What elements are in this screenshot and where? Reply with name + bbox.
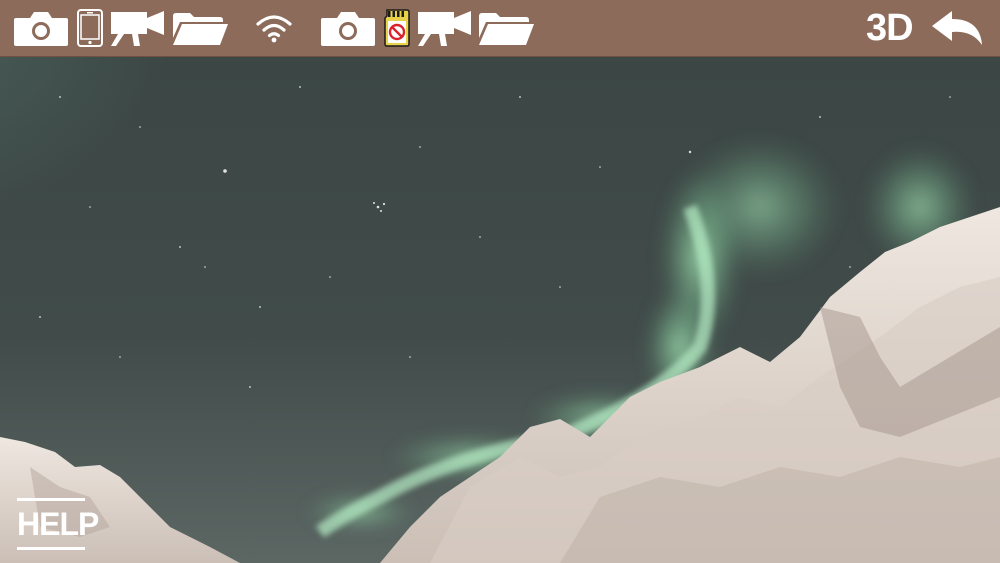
back-arrow-icon[interactable] [930, 8, 988, 48]
help-label: HELP [17, 506, 99, 542]
video-camera-icon[interactable] [110, 8, 166, 48]
top-toolbar: 3D [0, 0, 1000, 57]
sd-card-no-icon[interactable] [383, 8, 411, 48]
wifi-icon[interactable] [255, 8, 293, 48]
3d-mode-button[interactable]: 3D [866, 6, 914, 50]
video-camera-icon[interactable] [417, 8, 473, 48]
phone-icon[interactable] [75, 8, 105, 48]
folder-icon[interactable] [476, 8, 536, 48]
folder-icon[interactable] [170, 8, 230, 48]
help-button[interactable]: HELP [17, 498, 99, 552]
camera-icon[interactable] [319, 8, 377, 48]
camera-icon[interactable] [12, 8, 70, 48]
aurora-landscape-image [0, 57, 1000, 563]
help-bottom-rule [17, 547, 85, 550]
camera-app-screen: 3D HELP [0, 0, 1000, 563]
help-top-rule [17, 498, 85, 501]
